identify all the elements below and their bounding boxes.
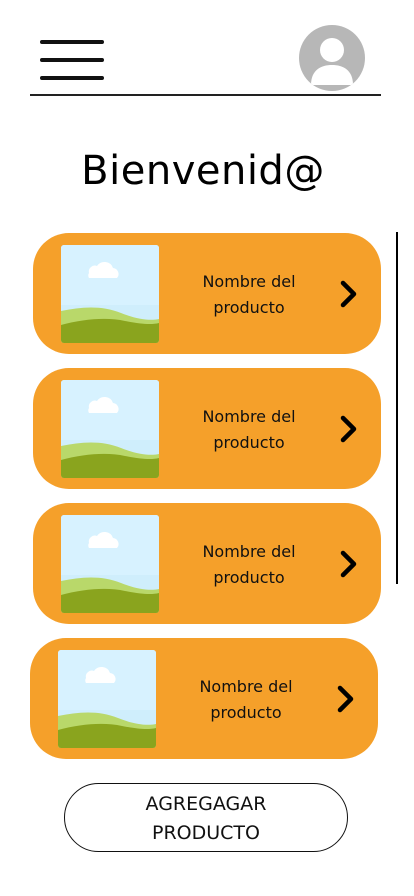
product-name: Nombre del producto [202,542,296,587]
chevron-right-icon[interactable] [339,280,359,308]
user-avatar-icon[interactable] [299,25,365,91]
menu-bar-bottom [40,76,104,80]
product-name: Nombre del producto [202,272,296,317]
add-product-button[interactable]: AGREGAGAR PRODUCTO [64,783,348,852]
chevron-right-icon[interactable] [339,550,359,578]
header-divider [30,94,381,96]
hamburger-menu-icon[interactable] [40,40,104,82]
chevron-right-icon[interactable] [336,685,356,713]
landscape-image-placeholder-icon [61,515,159,613]
landscape-image-placeholder-icon [61,380,159,478]
product-name: Nombre del producto [202,407,296,452]
landscape-image-placeholder-icon [61,245,159,343]
chevron-right-icon[interactable] [339,415,359,443]
menu-bar-middle [40,58,104,62]
product-card[interactable]: Nombre del producto [33,233,381,354]
avatar-silhouette [311,38,353,85]
landscape-image-placeholder-icon [58,650,156,748]
page-title: Bienvenid@ [81,148,325,194]
product-card[interactable]: Nombre del producto [33,368,381,489]
product-card[interactable]: Nombre del producto [30,638,378,759]
menu-bar-top [40,40,104,44]
product-name: Nombre del producto [199,677,293,722]
app-header [0,0,414,100]
product-card[interactable]: Nombre del producto [33,503,381,624]
scrollbar[interactable] [396,232,398,584]
